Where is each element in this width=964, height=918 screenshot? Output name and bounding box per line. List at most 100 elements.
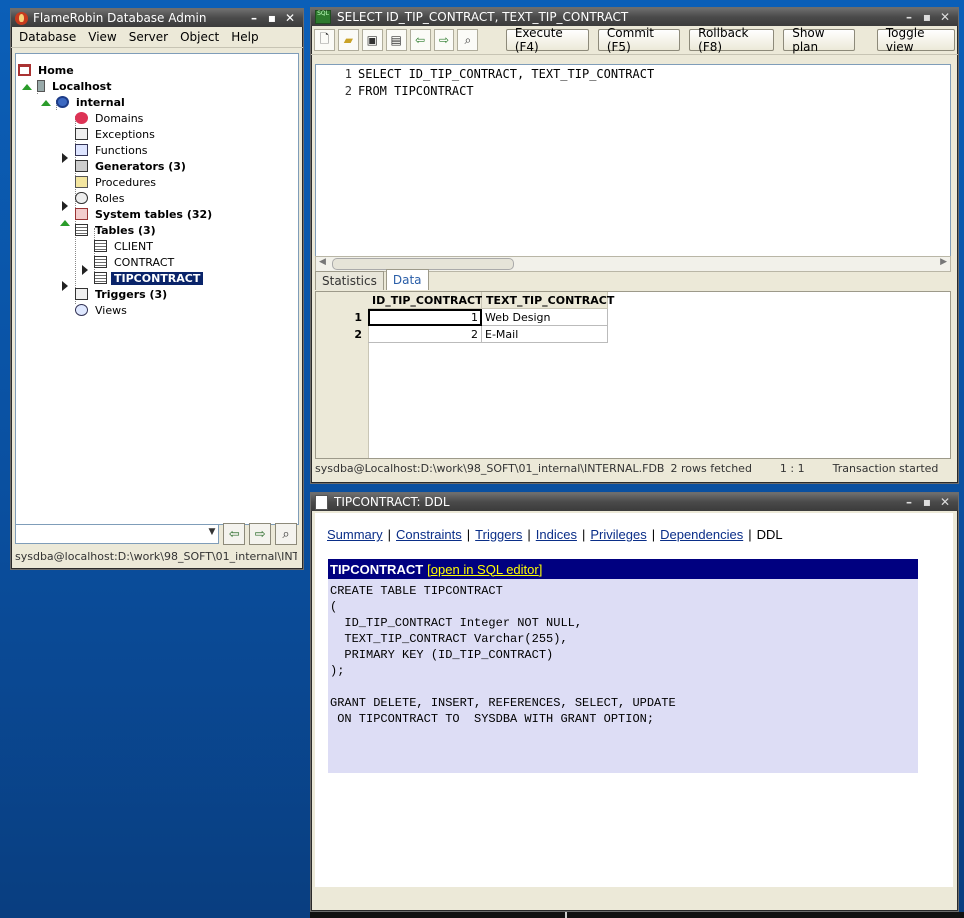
tree-item-exceptions[interactable]: Exceptions	[75, 126, 158, 142]
status-connection: sysdba@Localhost:D:\work\98_SOFT\01_inte…	[315, 462, 665, 475]
collapse-localhost-icon[interactable]	[22, 84, 32, 90]
open-in-sql-editor: [open in SQL editor]	[427, 561, 543, 577]
menu-server[interactable]: Server	[123, 30, 174, 44]
expand-system-tables-icon[interactable]	[62, 201, 68, 211]
history-icon[interactable]: ⌕	[457, 29, 479, 51]
functions-icon	[75, 144, 88, 156]
tree-item-generators[interactable]: Generators (3)	[75, 158, 189, 174]
link-indices[interactable]: Indices	[536, 527, 577, 542]
new-file-icon[interactable]: 🗋	[314, 29, 335, 51]
link-triggers[interactable]: Triggers	[475, 527, 522, 542]
tab-data[interactable]: Data	[385, 269, 429, 290]
link-constraints[interactable]: Constraints	[396, 527, 462, 542]
result-tabs: Statistics Data	[315, 269, 429, 291]
status-bar: sysdba@localhost:D:\work\98_SOFT\01_inte…	[15, 550, 297, 563]
open-in-sql-editor-link[interactable]: open in SQL editor	[431, 562, 539, 577]
ddl-content: Summary | Constraints | Triggers | Indices | Pri…	[315, 513, 953, 887]
sql-window-titlebar[interactable]: SQL SELECT ID_TIP_CONTRACT, TEXT_TIP_CON…	[311, 8, 958, 26]
minimize-icon[interactable]: –	[900, 10, 918, 24]
sql-editor[interactable]: 1 SELECT ID_TIP_CONTRACT, TEXT_TIP_CONTR…	[315, 64, 951, 259]
result-grid[interactable]: ID_TIP_CONTRACT TEXT_TIP_CONTRACT 1 1 We…	[315, 291, 951, 459]
table-icon	[94, 272, 107, 284]
sql-editor-window: SQL SELECT ID_TIP_CONTRACT, TEXT_TIP_CON…	[310, 7, 959, 484]
database-icon	[56, 96, 69, 108]
scroll-right-icon[interactable]: ▶	[940, 257, 947, 267]
tree-item-system-tables[interactable]: System tables (32)	[75, 206, 215, 222]
menu-object[interactable]: Object	[174, 30, 225, 44]
document-icon	[315, 494, 328, 510]
back-arrow-icon[interactable]: ⇦	[409, 29, 431, 51]
maximize-icon[interactable]: ▪	[918, 495, 936, 509]
forward-arrow-icon[interactable]: ⇨	[249, 523, 272, 545]
table-cell[interactable]: E-Mail	[482, 326, 608, 343]
collapse-tables-icon[interactable]	[60, 220, 70, 226]
save-as-icon[interactable]: ▤	[385, 29, 407, 51]
rollback-button[interactable]: Rollback (F8)	[689, 26, 775, 54]
tree-item-procedures[interactable]: Procedures	[75, 174, 159, 190]
minimize-icon[interactable]: –	[900, 495, 918, 509]
tree-item-localhost[interactable]: Localhost	[37, 78, 114, 94]
ddl-window-titlebar[interactable]: TIPCONTRACT: DDL – ▪ ✕	[311, 493, 958, 511]
minimize-icon[interactable]: –	[245, 11, 263, 25]
back-arrow-icon[interactable]: ⇦	[223, 523, 246, 545]
column-header[interactable]: ID_TIP_CONTRACT	[368, 292, 483, 309]
search-icon[interactable]: ⌕	[275, 523, 297, 545]
tree-item-views[interactable]: Views	[75, 302, 130, 318]
expand-triggers-icon[interactable]	[62, 281, 68, 291]
close-icon[interactable]: ✕	[281, 11, 299, 25]
tree-item-database[interactable]: internal	[56, 94, 128, 110]
property-links: Summary | Constraints | Triggers | Indices | Pri…	[327, 527, 783, 542]
open-folder-icon[interactable]: ▰	[337, 29, 359, 51]
search-combo[interactable]	[15, 524, 220, 544]
link-privileges[interactable]: Privileges	[590, 527, 646, 542]
tree-item-triggers[interactable]: Triggers (3)	[75, 286, 170, 302]
tree-item-home[interactable]: Home	[18, 62, 77, 78]
main-window: FlameRobin Database Admin – ▪ ✕ Database…	[10, 8, 304, 570]
tree-item-functions[interactable]: Functions	[75, 142, 151, 158]
tree-item-domains[interactable]: Domains	[75, 110, 146, 126]
tab-statistics[interactable]: Statistics	[315, 271, 384, 290]
collapse-database-icon[interactable]	[41, 100, 51, 106]
link-summary[interactable]: Summary	[327, 527, 383, 542]
menu-help[interactable]: Help	[225, 30, 264, 44]
forward-arrow-icon[interactable]: ⇨	[433, 29, 455, 51]
row-number[interactable]: 2	[316, 326, 368, 343]
link-dependencies[interactable]: Dependencies	[660, 527, 743, 542]
expand-tipcontract-icon[interactable]	[82, 265, 88, 275]
database-tree[interactable]: Home Localhost internal Domains Exceptio…	[15, 53, 299, 525]
toggle-view-button[interactable]: Toggle view	[876, 26, 956, 54]
table-cell[interactable]: 1	[368, 309, 482, 326]
close-icon[interactable]: ✕	[936, 10, 954, 24]
table-icon	[94, 256, 107, 268]
menu-view[interactable]: View	[82, 30, 122, 44]
table-cell[interactable]: 2	[368, 326, 482, 343]
triggers-icon	[75, 288, 88, 300]
flamerobin-app-icon	[15, 11, 28, 25]
show-plan-button[interactable]: Show plan	[783, 26, 855, 54]
menu-database[interactable]: Database	[13, 30, 82, 44]
table-icon	[94, 240, 107, 252]
save-icon[interactable]: ▣	[361, 29, 383, 51]
line-number: 1	[344, 67, 352, 81]
ddl-status-bar	[315, 887, 953, 905]
commit-button[interactable]: Commit (F5)	[597, 26, 681, 54]
ddl-window: TIPCONTRACT: DDL – ▪ ✕ Summary | Constrain…	[310, 492, 959, 912]
table-cell[interactable]: Web Design	[482, 309, 608, 326]
close-icon[interactable]: ✕	[936, 495, 954, 509]
tree-item-table-contract[interactable]: CONTRACT	[94, 254, 177, 270]
tree-item-table-tipcontract[interactable]: TIPCONTRACT	[94, 270, 204, 286]
maximize-icon[interactable]: ▪	[263, 11, 281, 25]
scroll-left-icon[interactable]: ◀	[319, 257, 326, 267]
execute-button[interactable]: Execute (F4)	[505, 26, 589, 54]
row-number[interactable]: 1	[316, 309, 368, 326]
main-window-title: FlameRobin Database Admin	[33, 11, 207, 25]
tree-item-table-client[interactable]: CLIENT	[94, 238, 156, 254]
menu-bar: Database View Server Object Help	[11, 27, 303, 48]
views-icon	[75, 304, 88, 316]
column-header[interactable]: TEXT_TIP_CONTRACT	[482, 292, 614, 309]
tree-item-tables[interactable]: Tables (3)	[75, 222, 159, 238]
main-window-titlebar[interactable]: FlameRobin Database Admin – ▪ ✕	[11, 9, 303, 27]
maximize-icon[interactable]: ▪	[918, 10, 936, 24]
expand-generators-icon[interactable]	[62, 153, 68, 163]
tree-item-roles[interactable]: Roles	[75, 190, 127, 206]
